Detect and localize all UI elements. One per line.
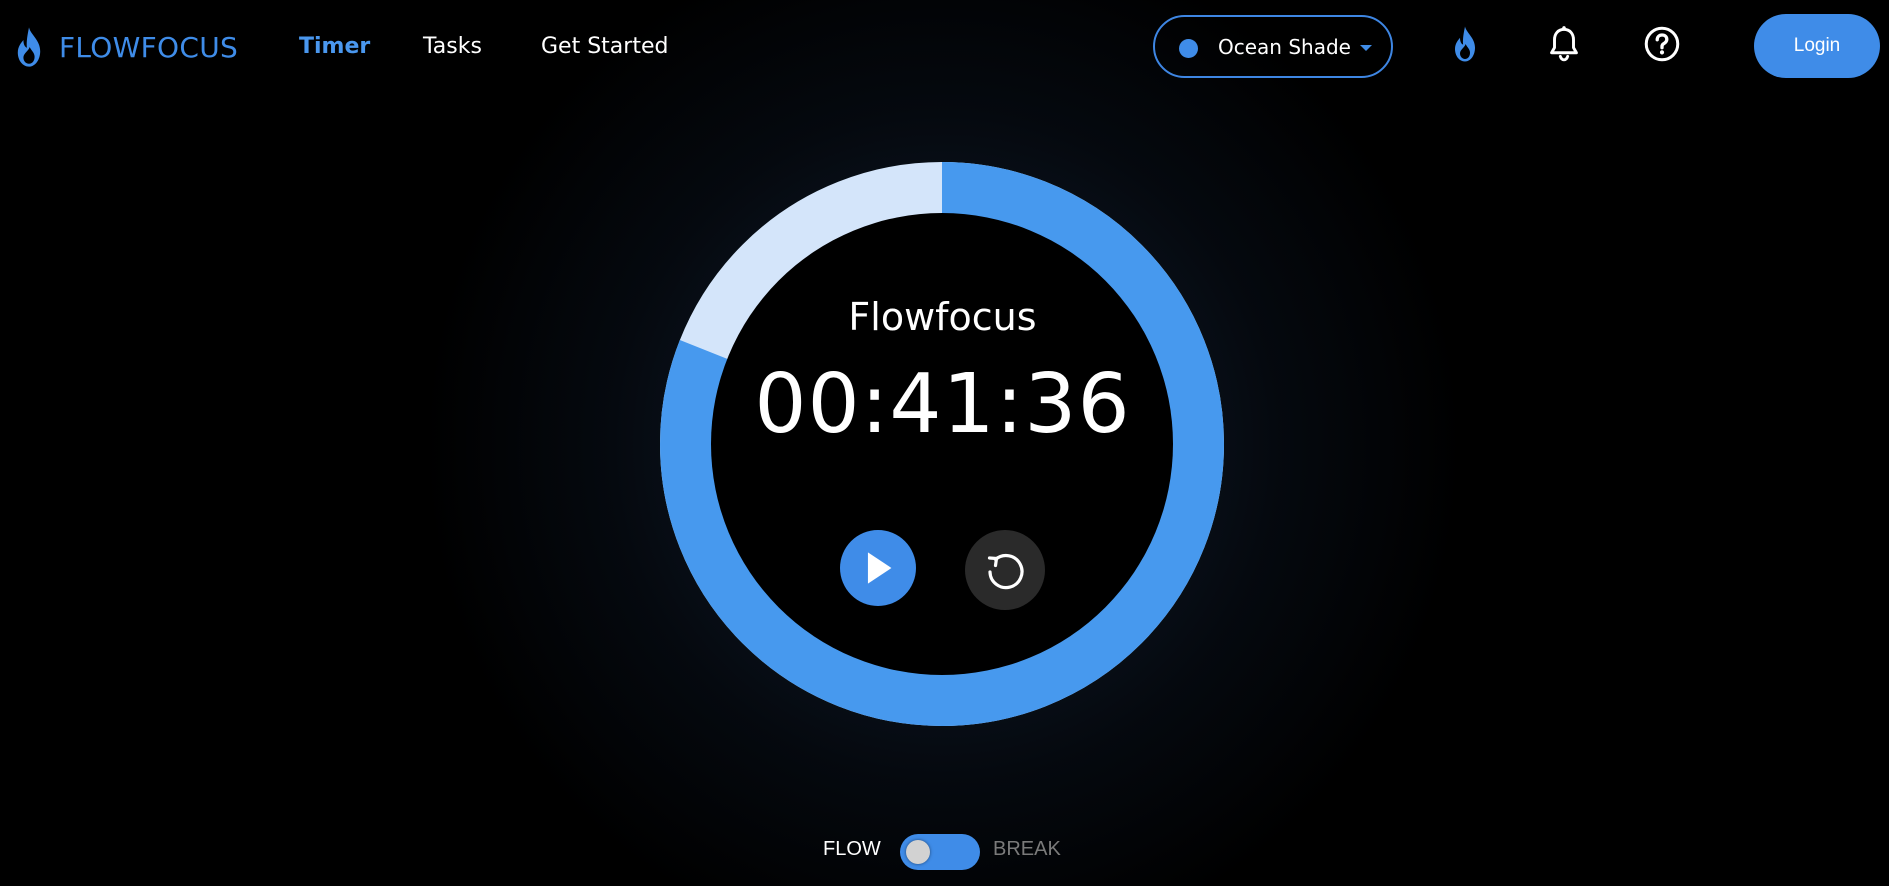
flame-icon [17,27,41,67]
nav-tasks[interactable]: Tasks [423,34,482,59]
nav-timer[interactable]: Timer [299,34,370,59]
play-icon [867,552,892,584]
help-icon [1644,26,1680,62]
reset-button[interactable] [965,530,1045,610]
play-button[interactable] [840,530,916,606]
mode-label-flow: FLOW [823,838,881,860]
theme-select[interactable]: Ocean Shade [1153,15,1393,78]
timer-display: 00:41:36 [754,357,1131,452]
brand-logo[interactable]: FLOWFOCUS [12,26,238,68]
mode-toggle[interactable] [900,834,980,870]
toggle-knob[interactable] [906,840,930,864]
brand-name: FLOWFOCUS [59,30,239,64]
help-button[interactable] [1640,22,1684,66]
session-label: Flowfocus [848,295,1037,339]
nav-get-started[interactable]: Get Started [541,34,668,59]
flame-icon [1455,26,1475,62]
reset-icon [987,554,1024,590]
chevron-down-icon [1360,45,1372,51]
theme-select-value: Ocean Shade [1218,35,1351,59]
theme-color-dot [1179,39,1198,58]
notifications-button[interactable] [1542,22,1586,66]
bell-icon [1550,26,1578,62]
streak-button[interactable] [1443,22,1487,66]
login-button[interactable]: Login [1754,14,1880,78]
mode-label-break: BREAK [993,838,1061,860]
app-page: FLOWFOCUS Timer Tasks Get Started Ocean … [0,0,1889,886]
navbar: FLOWFOCUS Timer Tasks Get Started Ocean … [0,0,1889,96]
